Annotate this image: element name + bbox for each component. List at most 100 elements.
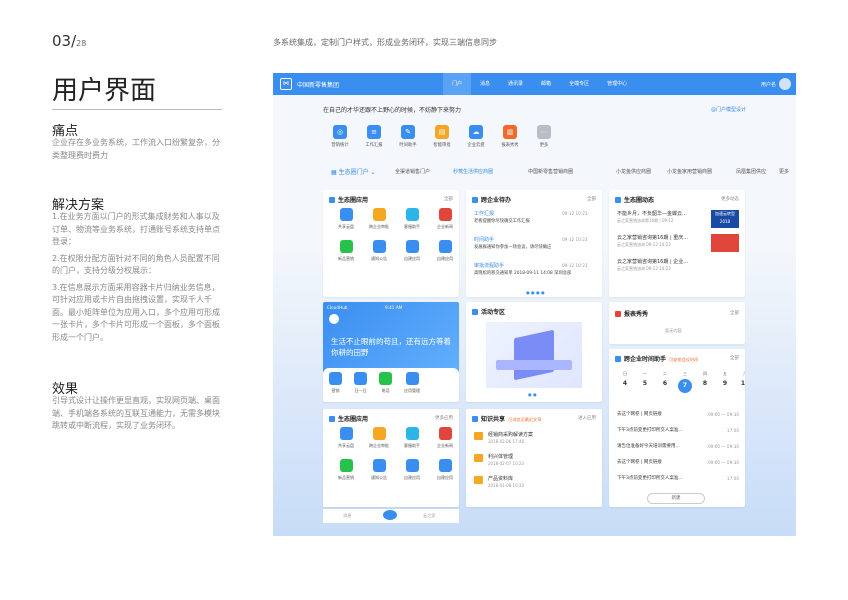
nav-portal[interactable]: 门户 bbox=[443, 73, 472, 95]
calendar-day[interactable]: 三7 bbox=[677, 371, 693, 393]
tab-eco-portal[interactable]: ▦ 生态圈门户 ⌄ bbox=[331, 167, 376, 176]
phone-app[interactable]: 营销 bbox=[329, 372, 342, 394]
tab-phoenix[interactable]: 凤凰集团供应 bbox=[736, 168, 766, 175]
eco-app-icon bbox=[405, 459, 419, 472]
cloud-icon[interactable] bbox=[383, 510, 397, 520]
knowledge-item[interactable]: 利兴体管理 2018-02-07 10:23 bbox=[488, 453, 524, 466]
calendar-event[interactable]: 下午3点前变更打印所交人案准... bbox=[617, 427, 683, 433]
quick-app[interactable]: ≡ 工作汇报 bbox=[362, 125, 386, 148]
eco-app-label: 共享云盘 bbox=[338, 224, 354, 229]
quick-app[interactable]: ▤ 智能审批 bbox=[430, 125, 454, 148]
knowledge-item[interactable]: 经销商采购解读方案 2018-02-06 17:48 bbox=[488, 431, 533, 444]
todo-icon bbox=[472, 197, 478, 203]
tab-supplier-3[interactable]: 小龙鱼家用营销商圈 bbox=[667, 168, 712, 175]
nav-contacts[interactable]: 通讯录 bbox=[499, 73, 532, 95]
section-body-effect: 引导式设计让操作更显直观，实现网页端、桌面端、手机端各系统的互联互通能力，无需多… bbox=[52, 396, 220, 430]
tab-supplier-2[interactable]: 小龙鱼供应商圈 bbox=[616, 168, 651, 175]
phone-app[interactable]: 日一日 bbox=[354, 372, 367, 394]
calendar-event[interactable]: 请告位准备好今天培训需要用... bbox=[617, 443, 680, 449]
eco-app-item[interactable]: 共享云盘 bbox=[331, 208, 361, 230]
phone-app[interactable]: 应用管理 bbox=[404, 372, 420, 394]
portal-tabs: ▦ 生态圈门户 ⌄ 全渠道销售门户 秒莺生活供应商圈 中国新零售营销商圈 小龙鱼… bbox=[323, 165, 796, 179]
carousel-dots[interactable]: ● ● ● ● bbox=[526, 290, 545, 295]
eco-app-label: 企业新闻 bbox=[437, 224, 453, 229]
calendar-day[interactable]: 四8 bbox=[697, 371, 713, 393]
eco-app-item[interactable]: 客服助手 bbox=[397, 427, 427, 449]
eco-app-item[interactable]: 企业新闻 bbox=[430, 208, 459, 230]
calendar-day[interactable]: 一5 bbox=[637, 371, 653, 393]
portal-model-link[interactable]: @门户模型设计 bbox=[711, 106, 746, 113]
avatar[interactable] bbox=[779, 78, 791, 90]
quick-app[interactable]: ☁ 企业云盘 bbox=[464, 125, 488, 148]
todo-item[interactable]: 审批流程助手 高晓松的移交通知单 2018-09-11 14:08 深圳总部 bbox=[474, 262, 571, 276]
eco-app-label: 通知公告 bbox=[371, 475, 387, 480]
eco-app-item[interactable]: 跨企业审批 bbox=[364, 427, 394, 449]
news-item[interactable]: 不能乡月，不负韶华—金蝶云... 云之家营销咨询第16期 | 09-12 bbox=[617, 210, 687, 224]
eco-app-item[interactable]: 新品营销 bbox=[331, 459, 361, 481]
quick-app[interactable]: ⋯ 更多 bbox=[532, 125, 556, 148]
page-subtitle: 多系统集成，定制门户样式，形成业务闭环，实现三端信息同步 bbox=[273, 38, 497, 47]
nav-all-zone[interactable]: 全端专区 bbox=[560, 73, 598, 95]
tab-omni-sales[interactable]: 全渠道销售门户 bbox=[395, 168, 430, 175]
eco2-more-link[interactable]: 更多应用 bbox=[435, 415, 453, 421]
phone-status-time: 9:41 AM bbox=[385, 305, 403, 310]
news-thumbnail-2 bbox=[711, 234, 739, 252]
quick-app[interactable]: ✎ 时间助手 bbox=[396, 125, 420, 148]
todo-item[interactable]: 工作汇报 老板提醒你尽快确交工作汇报 bbox=[474, 210, 530, 224]
knowledge-icon bbox=[472, 416, 478, 422]
calendar-event[interactable]: 下午3点前变更打印所交人案准... bbox=[617, 475, 683, 481]
phone-app[interactable]: 电话 bbox=[379, 372, 392, 394]
news-item[interactable]: 云之家营销咨询第16期 | 重庆... 云之家营销咨询 09-12 10:23 bbox=[617, 234, 688, 248]
tab-supplier-1[interactable]: 秒莺生活供应商圈 bbox=[453, 168, 493, 175]
nav-admin[interactable]: 管理中心 bbox=[598, 73, 636, 95]
eco-app-label: 通知公告 bbox=[371, 256, 387, 261]
eco-app-item[interactable]: 自建应用 bbox=[397, 240, 427, 262]
calendar-card: 跨企业时间助手可安排会议时间 全部 日4一5二6三7四8五9六10 新建 去这个… bbox=[609, 349, 745, 507]
portal-logo-icon: ⋈ bbox=[280, 78, 292, 90]
eco-app-item[interactable]: 客服助手 bbox=[397, 208, 427, 230]
news-more-link[interactable]: 更多动态 bbox=[721, 196, 739, 202]
calendar-more-link[interactable]: 全部 bbox=[730, 355, 739, 361]
folder-icon bbox=[474, 476, 483, 484]
eco-app-item[interactable]: 通知公告 bbox=[364, 240, 394, 262]
nav-mail[interactable]: 邮箱 bbox=[532, 73, 560, 95]
eco-app-item[interactable]: 共享云盘 bbox=[331, 427, 361, 449]
todo-item[interactable]: 时间助手 发展群通知你参加一场会议，请尽快确应 bbox=[474, 236, 551, 250]
tab-more[interactable]: 更多 bbox=[779, 168, 789, 175]
calendar-event[interactable]: 去这个网卷 | 网页链接 bbox=[617, 459, 662, 465]
eco-app-label: 跨企业审批 bbox=[369, 224, 389, 229]
app-label: 营销统计 bbox=[331, 143, 349, 148]
add-event-button[interactable]: 新建 bbox=[647, 493, 705, 504]
eco-icon-2 bbox=[329, 416, 335, 422]
todo-more-link[interactable]: 全部 bbox=[587, 196, 596, 202]
quick-app[interactable]: ◎ 营销统计 bbox=[328, 125, 352, 148]
quick-app[interactable]: ▥ 报表秀秀 bbox=[498, 125, 522, 148]
tab-retail[interactable]: 中国新零售营销商圈 bbox=[528, 168, 573, 175]
nav-messages[interactable]: 消息 bbox=[471, 73, 499, 95]
calendar-event[interactable]: 去这个网卷 | 网页链接 bbox=[617, 411, 662, 417]
calendar-day[interactable]: 日4 bbox=[617, 371, 633, 393]
phone-avatar bbox=[329, 314, 339, 324]
eco-app-label: 客服助手 bbox=[404, 443, 420, 448]
eco-app-item[interactable]: 自建应用 bbox=[430, 240, 459, 262]
eco-more-link[interactable]: 全部 bbox=[444, 196, 453, 202]
eco-app-icon bbox=[438, 208, 452, 221]
eco-app-grid-2: 共享云盘 跨企业审批 客服助手 企业新闻新品营销 通知公告 自建应用 自建应用 bbox=[331, 427, 459, 481]
report-empty: 暂无内容 bbox=[665, 328, 682, 333]
eco-app-item[interactable]: 自建应用 bbox=[430, 459, 459, 481]
page-number: 03/28 bbox=[52, 32, 87, 50]
eco-app-item[interactable]: 通知公告 bbox=[364, 459, 394, 481]
eco-app-item[interactable]: 新品营销 bbox=[331, 240, 361, 262]
knowledge-item[interactable]: 产品资料库 2018-01-08 10:23 bbox=[488, 475, 524, 488]
eco-app-item[interactable]: 跨企业审批 bbox=[364, 208, 394, 230]
calendar-day[interactable]: 二6 bbox=[657, 371, 673, 393]
report-more-link[interactable]: 全部 bbox=[730, 310, 739, 316]
eco-app-item[interactable]: 自建应用 bbox=[397, 459, 427, 481]
eco-apps-card-2: 生态圈应用 更多应用 共享云盘 跨企业审批 客服助手 企业新闻 新品营销 通知公告 自建应用… bbox=[323, 409, 459, 507]
knowledge-more-link[interactable]: 进入应用 bbox=[578, 415, 596, 421]
calendar-day[interactable]: 六10 bbox=[737, 371, 745, 393]
calendar-day[interactable]: 五9 bbox=[717, 371, 733, 393]
news-item[interactable]: 云之家营销咨询第16期 | 企业... 云之家营销咨询 09-12 10:23 bbox=[617, 258, 688, 272]
eco-app-item[interactable]: 企业新闻 bbox=[430, 427, 459, 449]
user-name[interactable]: 用户名 bbox=[761, 81, 776, 88]
